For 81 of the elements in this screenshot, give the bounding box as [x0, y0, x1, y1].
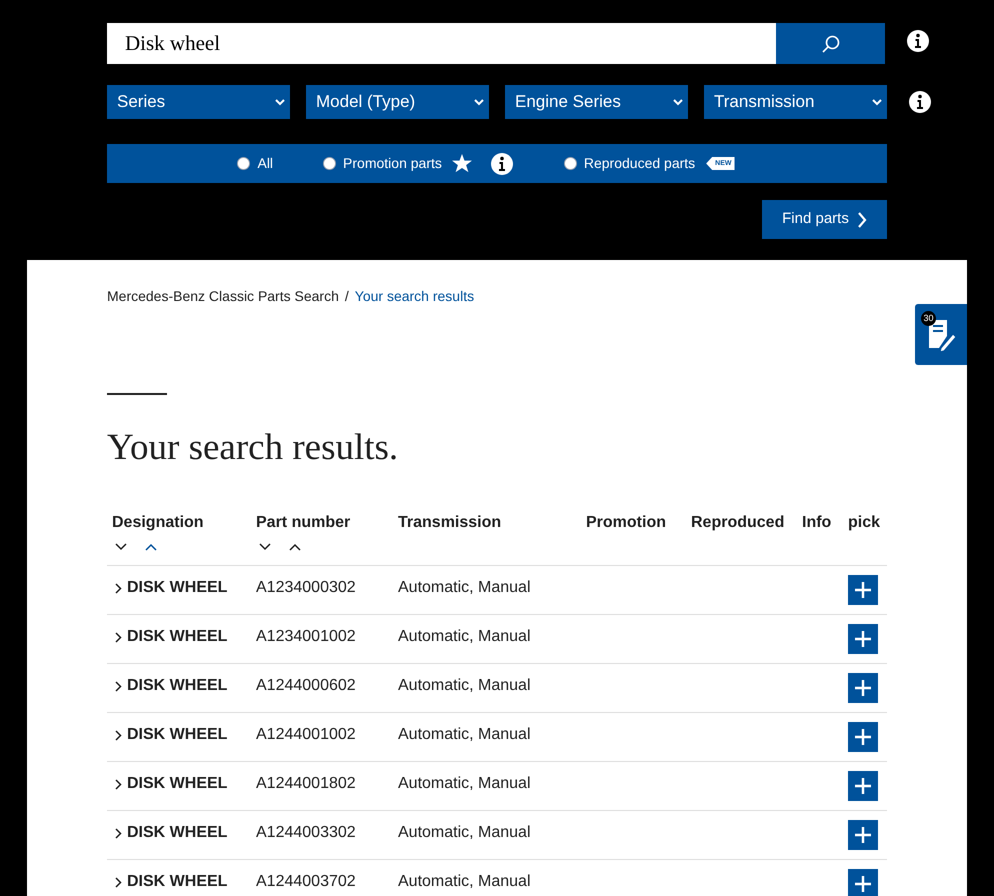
breadcrumb-separator: / — [344, 287, 349, 306]
table-cell-text: Automatic, Manual — [398, 676, 532, 696]
column-header: Designation — [112, 513, 204, 534]
filter-dropdown[interactable]: Model (Type) — [306, 85, 489, 119]
table-cell-text: Automatic, Manual — [398, 872, 532, 892]
expand-icon[interactable] — [115, 730, 122, 741]
plus-icon — [854, 630, 872, 648]
radio-label[interactable]: All — [257, 153, 274, 174]
add-button[interactable] — [848, 820, 878, 850]
table-cell-text: DISK WHEEL — [127, 872, 228, 892]
table-cell-text: A1234000302 — [256, 578, 357, 598]
info-icon[interactable] — [490, 152, 514, 176]
add-button[interactable] — [848, 722, 878, 752]
table-cell-text: Automatic, Manual — [398, 725, 532, 746]
plus-icon — [854, 728, 872, 746]
star-icon — [452, 154, 472, 173]
chevron-right-icon — [856, 212, 867, 228]
radio-button[interactable] — [237, 157, 250, 170]
add-button[interactable] — [848, 624, 878, 654]
info-icon[interactable] — [908, 90, 932, 114]
breadcrumb-link[interactable]: Your search results — [354, 286, 474, 307]
radio-label[interactable]: Reproduced parts — [584, 153, 696, 174]
plus-icon — [854, 581, 872, 600]
radio-button[interactable] — [323, 157, 336, 170]
sort-descending-icon[interactable] — [259, 543, 271, 552]
expand-icon[interactable] — [115, 778, 122, 790]
expand-icon[interactable] — [115, 876, 122, 888]
expand-icon[interactable] — [115, 828, 122, 839]
filter-dropdown[interactable]: Series — [107, 85, 290, 119]
chevron-down-icon — [872, 98, 882, 106]
radio-label[interactable]: Promotion parts — [343, 153, 442, 174]
table-cell-text: DISK WHEEL — [127, 676, 228, 696]
column-header: Info — [802, 513, 832, 534]
column-header: pick — [848, 513, 880, 534]
column-header: Transmission — [398, 513, 502, 534]
table-cell-text: A1244001802 — [256, 774, 357, 794]
column-header: Promotion — [586, 513, 666, 534]
filter-dropdown[interactable]: Engine Series — [505, 85, 688, 119]
plus-icon — [854, 679, 872, 698]
add-button[interactable] — [848, 575, 878, 606]
table-cell-text: A1244003702 — [256, 872, 357, 892]
add-button[interactable] — [848, 869, 878, 896]
column-header: Reproduced — [691, 513, 784, 534]
sort-ascending-icon[interactable] — [145, 543, 157, 552]
find-parts-button[interactable]: Find parts — [762, 200, 887, 239]
table-cell-text: Automatic, Manual — [398, 823, 532, 844]
info-icon[interactable] — [906, 28, 930, 52]
add-button[interactable] — [848, 771, 878, 802]
table-cell-text: DISK WHEEL — [127, 725, 228, 746]
chevron-down-icon — [474, 98, 484, 106]
plus-icon — [854, 777, 872, 796]
breadcrumb-link[interactable]: Mercedes-Benz Classic Parts Search — [107, 286, 339, 307]
plus-icon — [854, 826, 872, 844]
sort-descending-icon[interactable] — [115, 543, 127, 552]
table-cell-text: Automatic, Manual — [398, 578, 532, 598]
table-cell-text: A1244000602 — [256, 676, 357, 696]
filter-dropdown[interactable]: Transmission — [704, 85, 887, 119]
table-cell-text: DISK WHEEL — [127, 774, 228, 794]
search-icon — [820, 34, 840, 54]
expand-icon[interactable] — [115, 582, 122, 594]
count-badge: 30 — [921, 311, 936, 326]
table-cell-text: DISK WHEEL — [127, 627, 228, 648]
table-cell-text: Automatic, Manual — [398, 774, 532, 794]
plus-icon — [854, 875, 872, 894]
radio-button[interactable] — [564, 157, 577, 170]
add-button[interactable] — [848, 673, 878, 704]
table-cell-text: A1244001002 — [256, 725, 357, 746]
table-cell-text: A1234001002 — [256, 627, 357, 648]
chevron-down-icon — [275, 98, 285, 106]
table-cell-text: DISK WHEEL — [127, 578, 228, 598]
table-cell-text: DISK WHEEL — [127, 823, 228, 844]
sort-ascending-icon[interactable] — [289, 543, 301, 552]
table-cell-text: Automatic, Manual — [398, 627, 532, 648]
column-header: Part number — [256, 513, 350, 534]
notepad-button[interactable]: 30 — [915, 304, 967, 365]
expand-icon[interactable] — [115, 632, 122, 643]
chevron-down-icon — [673, 98, 683, 106]
expand-icon[interactable] — [115, 680, 122, 692]
page-heading: Your search results. — [107, 426, 400, 470]
search-field[interactable]: Disk wheel — [107, 23, 776, 64]
table-cell-text: A1244003302 — [256, 823, 357, 844]
